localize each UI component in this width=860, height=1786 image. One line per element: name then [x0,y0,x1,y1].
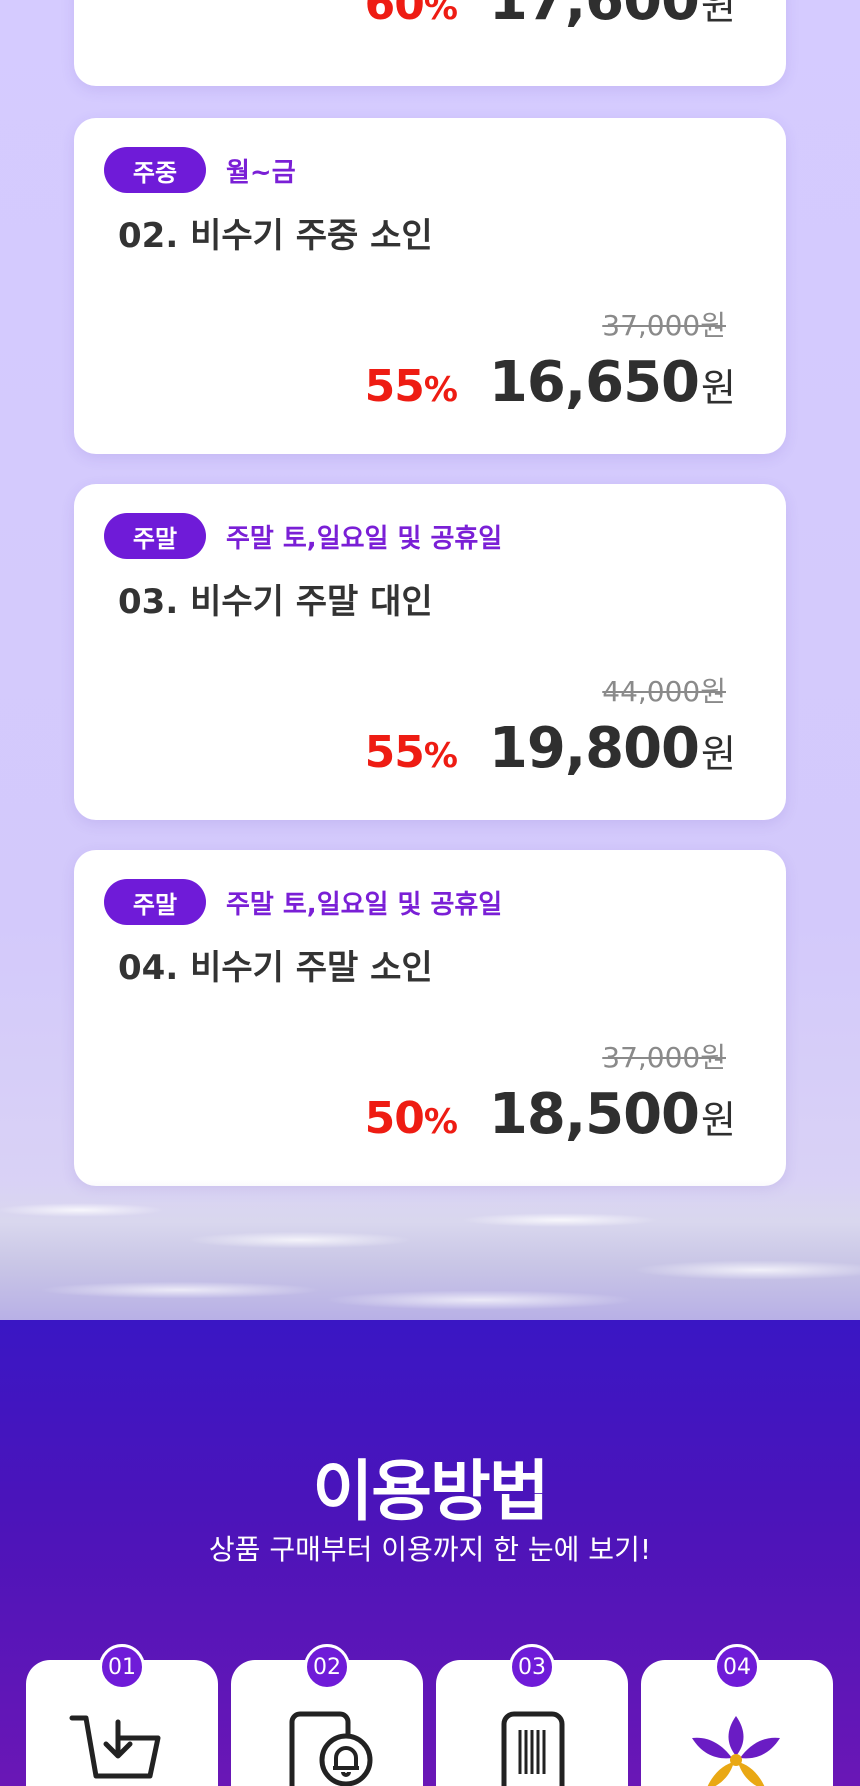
discount-rate: 55% [364,361,458,412]
phone-barcode-icon [501,1711,565,1786]
price-row: 50% 18,500 원 [365,1082,736,1147]
sale-price: 19,800 [488,716,700,781]
day-type-badge: 주중 [104,147,206,193]
product-name: 03. 비수기 주말 대인 [118,582,433,622]
price-row: 55% 16,650 원 [365,350,736,415]
step-number-badge: 04 [714,1644,760,1690]
step-number-badge: 01 [99,1644,145,1690]
sale-price: 16,650 [488,350,700,415]
sale-price: 17,600 [488,0,700,33]
currency-unit: 원 [701,0,736,28]
price-list-section: 60% 17,600 원 주중 월~금 02. 비수기 주중 소인 37,000… [0,0,860,1320]
guide-subtitle: 상품 구매부터 이용까지 한 눈에 보기! [208,1533,652,1566]
usage-guide-section: 이용방법 상품 구매부터 이용까지 한 눈에 보기! 01 02 03 04 [0,1320,860,1786]
step-number-badge: 03 [509,1644,555,1690]
phone-notification-icon [289,1711,373,1786]
product-card[interactable]: 주중 월~금 02. 비수기 주중 소인 37,000원 55% 16,650 … [74,118,786,454]
day-type-description: 주말 토,일요일 및 공휴일 [226,524,503,554]
product-name: 02. 비수기 주중 소인 [118,216,433,256]
product-card[interactable]: 60% 17,600 원 [74,0,786,86]
original-price: 37,000원 [602,309,726,342]
currency-unit: 원 [701,1098,736,1142]
discount-rate: 50% [364,1093,458,1144]
product-name: 04. 비수기 주말 소인 [118,948,433,988]
basket-download-icon [69,1715,161,1779]
day-type-badge: 주말 [104,513,206,559]
sale-price: 18,500 [488,1082,700,1147]
step-number-badge: 02 [304,1644,350,1690]
original-price: 44,000원 [602,675,726,708]
price-row: 60% 17,600 원 [365,0,736,33]
day-type-description: 월~금 [226,158,296,188]
discount-rate: 55% [364,727,458,778]
price-row: 55% 19,800 원 [365,716,736,781]
day-type-badge: 주말 [104,879,206,925]
currency-unit: 원 [701,732,736,776]
original-price: 37,000원 [602,1041,726,1074]
product-card[interactable]: 주말 주말 토,일요일 및 공휴일 04. 비수기 주말 소인 37,000원 … [74,850,786,1186]
day-type-description: 주말 토,일요일 및 공휴일 [226,890,503,920]
currency-unit: 원 [701,366,736,410]
water-surface-background [0,1180,860,1320]
guide-title: 이용방법 [312,1453,550,1530]
discount-rate: 60% [364,0,458,30]
flower-logo-icon [692,1716,780,1786]
product-card[interactable]: 주말 주말 토,일요일 및 공휴일 03. 비수기 주말 대인 44,000원 … [74,484,786,820]
